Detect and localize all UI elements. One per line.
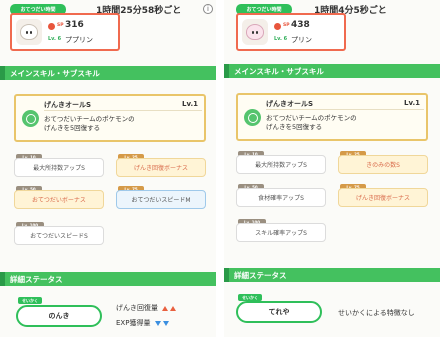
sp-label: SP	[57, 23, 64, 28]
main-skill-level: Lv.1	[404, 99, 420, 107]
section-header-stats: 詳細ステータス	[224, 268, 440, 282]
main-skill-desc-line1: おてつだいチームのポケモンの	[266, 114, 357, 122]
sub-skill-4[interactable]: おてつだいスピードM	[116, 190, 206, 209]
pokemon-level: Lv. 6	[274, 36, 288, 42]
sub-skill-3[interactable]: 食材確率アップS	[236, 188, 326, 207]
sub-skill-2[interactable]: きのみの数S	[338, 155, 428, 174]
nature-note: せいかくによる特徴なし	[338, 309, 415, 317]
sub-skill-3[interactable]: おてつだいボーナス	[14, 190, 104, 209]
info-icon[interactable]: i	[203, 4, 213, 14]
main-skill-desc-line2: げんきを5回復する	[44, 124, 101, 132]
nature-pill[interactable]: のんき	[16, 305, 102, 327]
arrow-up-icon	[162, 305, 169, 311]
pokemon-level: Lv. 6	[48, 36, 62, 42]
divider	[266, 109, 424, 110]
stat-label: EXP獲得量	[116, 319, 151, 327]
main-skill-level: Lv.1	[182, 100, 198, 108]
main-skill-card[interactable]: げんきオールS Lv.1 おてつだいチームのポケモンの げんきを5回復する	[236, 93, 428, 141]
sub-skill-4[interactable]: げんき回復ボーナス	[338, 188, 428, 207]
main-skill-description: おてつだいチームのポケモンの げんきを5回復する	[266, 114, 357, 132]
arrow-down-icon	[162, 320, 169, 326]
divider	[44, 110, 202, 111]
sub-skill-1[interactable]: 最大所持数アップS	[236, 155, 326, 174]
arrow-down-icon	[154, 320, 161, 326]
section-header-skills: メインスキル・サブスキル	[0, 66, 216, 80]
pokemon-name: ププリン	[65, 36, 93, 44]
sp-value: 438	[291, 20, 310, 30]
main-skill-description: おてつだいチームのポケモンの げんきを5回復する	[44, 115, 135, 133]
panel-divider	[216, 0, 224, 337]
sp-icon	[274, 23, 281, 30]
nature-tag: せいかく	[238, 294, 262, 301]
main-skill-desc-line1: おてつだいチームのポケモンの	[44, 115, 135, 123]
sub-skill-2[interactable]: げんき回復ボーナス	[116, 158, 206, 177]
sub-skill-5[interactable]: スキル確率アップS	[236, 223, 326, 242]
section-header-skills: メインスキル・サブスキル	[224, 64, 440, 78]
sub-skill-5[interactable]: おてつだいスピードS	[14, 226, 104, 245]
nature-pill[interactable]: てれや	[236, 301, 322, 323]
smile-skill-icon	[22, 110, 39, 127]
nature-tag: せいかく	[18, 297, 42, 304]
pokemon-card[interactable]: SP 316 Lv. 6 ププリン	[10, 13, 120, 51]
pokemon-avatar-icon	[16, 19, 42, 45]
main-skill-card[interactable]: げんきオールS Lv.1 おてつだいチームのポケモンの げんきを5回復する	[14, 94, 206, 142]
sp-label: SP	[283, 23, 290, 28]
main-skill-name: げんきオールS	[266, 100, 314, 108]
pokemon-avatar-icon	[242, 19, 268, 45]
sp-value: 316	[65, 20, 84, 30]
main-skill-name: げんきオールS	[44, 101, 92, 109]
right-pokemon-panel: おてつだい時間 1時間4分5秒ごと SP 438 Lv. 6 プリン メインスキ…	[224, 0, 440, 337]
pokemon-card[interactable]: SP 438 Lv. 6 プリン	[236, 13, 346, 51]
stat-row-up: げんき回復量	[116, 303, 177, 313]
pokemon-name: プリン	[291, 36, 312, 44]
section-header-stats: 詳細ステータス	[0, 272, 216, 286]
main-skill-desc-line2: げんきを5回復する	[266, 123, 323, 131]
arrow-up-icon	[170, 305, 177, 311]
stat-label: げんき回復量	[116, 304, 158, 312]
sp-icon	[48, 23, 55, 30]
left-pokemon-panel: おてつだい時間 1時間25分58秒ごと i SP 316 Lv. 6 ププリン …	[0, 0, 216, 337]
stat-row-down: EXP獲得量	[116, 318, 169, 328]
smile-skill-icon	[244, 109, 261, 126]
sub-skill-1[interactable]: 最大所持数アップS	[14, 158, 104, 177]
